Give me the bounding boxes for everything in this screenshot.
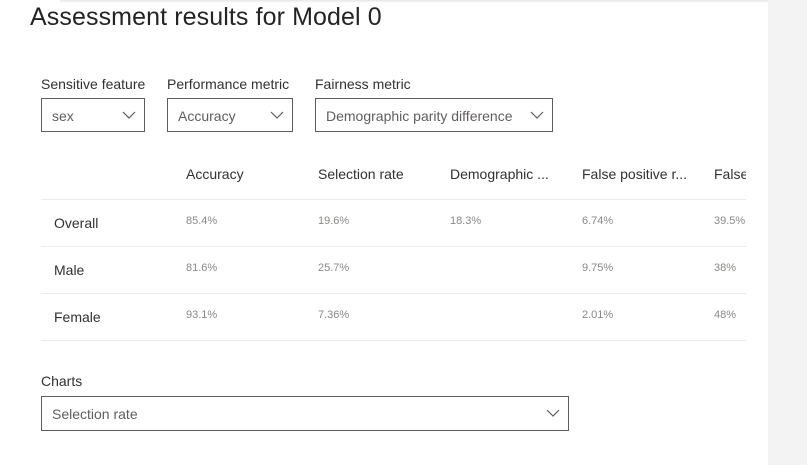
table-cell: 38% [714, 262, 737, 274]
fairness-metric-dropdown[interactable]: Demographic parity difference [315, 98, 553, 132]
table-cell: 18.3% [450, 215, 482, 227]
table-cell: 85.4% [186, 215, 218, 227]
page-background-strip [768, 0, 807, 465]
fairness-metric-label: Fairness metric [315, 76, 411, 92]
table-cell: 19.6% [318, 215, 350, 227]
table-cell: 7.36% [318, 309, 350, 321]
row-label: Female [54, 309, 101, 325]
table-cell: 2.01% [582, 309, 614, 321]
metrics-table: Accuracy Selection rate Demographic ... … [41, 152, 746, 342]
charts-value: Selection rate [52, 406, 138, 422]
sensitive-feature-value: sex [52, 108, 74, 124]
table-cell: 6.74% [582, 215, 614, 227]
column-header-accuracy[interactable]: Accuracy [186, 166, 306, 182]
performance-metric-value: Accuracy [178, 108, 236, 124]
chevron-down-icon [270, 108, 284, 122]
table-cell: 93.1% [186, 309, 218, 321]
table-cell: 9.75% [582, 262, 614, 274]
table-row-female: Female 93.1% 7.36% 2.01% 48% [41, 293, 746, 341]
page-title: Assessment results for Model 0 [30, 3, 382, 31]
chevron-down-icon [530, 108, 544, 122]
column-header-false-negative-rate[interactable]: False [714, 166, 746, 182]
table-cell: 48% [714, 309, 737, 321]
table-cell: 25.7% [318, 262, 350, 274]
sensitive-feature-label: Sensitive feature [41, 76, 146, 92]
table-cell: 81.6% [186, 262, 218, 274]
charts-dropdown[interactable]: Selection rate [41, 396, 569, 431]
fairness-metric-value: Demographic parity difference [326, 108, 513, 124]
assessment-panel: Assessment results for Model 0 Sensitive… [0, 0, 768, 465]
row-label: Male [54, 262, 85, 278]
charts-label: Charts [41, 373, 83, 389]
performance-metric-dropdown[interactable]: Accuracy [167, 98, 293, 132]
chevron-down-icon [546, 406, 560, 420]
sensitive-feature-dropdown[interactable]: sex [41, 98, 145, 132]
column-header-selection-rate[interactable]: Selection rate [318, 166, 438, 182]
column-header-false-positive-rate[interactable]: False positive r... [582, 166, 704, 182]
table-bottom-divider [41, 340, 746, 341]
row-label: Overall [54, 215, 99, 231]
chevron-down-icon [122, 108, 136, 122]
performance-metric-label: Performance metric [167, 76, 290, 92]
table-cell: 39.5% [714, 215, 746, 227]
column-header-demographic[interactable]: Demographic ... [450, 166, 572, 182]
table-row-overall: Overall 85.4% 19.6% 18.3% 6.74% 39.5% [41, 199, 746, 247]
table-row-male: Male 81.6% 25.7% 9.75% 38% [41, 246, 746, 294]
